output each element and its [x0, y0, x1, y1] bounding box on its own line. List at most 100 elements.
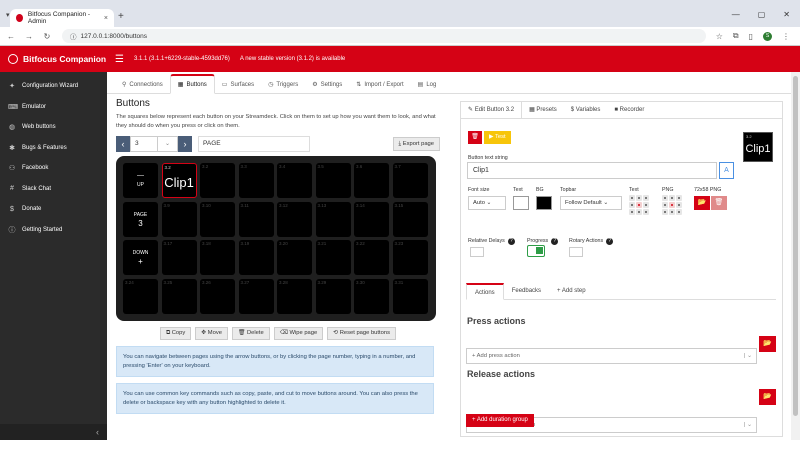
sidebar-item-emulator[interactable]: ⌨ Emulator	[0, 97, 107, 118]
png-alignment-picker[interactable]	[662, 195, 682, 215]
tab-presets[interactable]: ▦ Presets	[522, 102, 564, 118]
help-icon[interactable]: ?	[551, 238, 559, 245]
tab-surfaces[interactable]: ▭ Surfaces	[215, 76, 261, 93]
extensions-icon[interactable]: ⧉	[733, 31, 739, 41]
add-step-tab[interactable]: + Add step	[549, 283, 594, 299]
page-indicator-button[interactable]: PAGE 3	[123, 201, 158, 237]
align-dot[interactable]	[662, 195, 668, 201]
grid-button[interactable]: 3.24	[123, 278, 158, 314]
tab-settings[interactable]: ⚙ Settings	[305, 76, 349, 93]
sidebar-item-getting-started[interactable]: ⓘ Getting Started	[0, 220, 107, 241]
grid-button[interactable]: 3.30	[354, 278, 389, 314]
align-dot[interactable]	[629, 209, 635, 215]
page-name-input[interactable]: PAGE	[198, 136, 310, 152]
page-number-input[interactable]: 3	[130, 136, 158, 152]
scrollbar-thumb[interactable]	[793, 76, 798, 416]
grid-button[interactable]: 3.7	[392, 163, 428, 198]
close-window-icon[interactable]: ✕	[783, 10, 790, 19]
align-dot[interactable]	[676, 202, 682, 208]
grid-button[interactable]: 3.6	[354, 163, 389, 198]
grid-button[interactable]: 3.28	[277, 278, 312, 314]
grid-button[interactable]: 3.5	[315, 163, 351, 198]
button-text-input[interactable]: Clip1	[467, 162, 717, 179]
tab-connections[interactable]: ⚲ Connections	[115, 76, 170, 93]
tab-recorder[interactable]: ■ Recorder	[607, 102, 651, 118]
press-action-browse-button[interactable]: 📂	[759, 336, 776, 352]
bg-color-picker[interactable]	[536, 196, 552, 210]
grid-button[interactable]: 3.10	[200, 201, 235, 237]
next-page-button[interactable]: ›	[178, 136, 192, 152]
grid-button[interactable]: 3.17	[161, 240, 197, 275]
tab-variables[interactable]: $ Variables	[564, 102, 608, 118]
sidebar-item-slack-chat[interactable]: # Slack Chat	[0, 179, 107, 200]
grid-button[interactable]: 3.27	[238, 278, 274, 314]
grid-button[interactable]: 3.31	[392, 278, 428, 314]
grid-button[interactable]: 3.3	[238, 163, 274, 198]
grid-button[interactable]: 3.25	[161, 278, 197, 314]
align-dot[interactable]	[636, 209, 642, 215]
topbar-select[interactable]: Follow Default ⌄	[560, 196, 622, 210]
grid-button[interactable]: 3.20	[277, 240, 312, 275]
bookmark-star-icon[interactable]: ☆	[716, 32, 723, 41]
delete-button[interactable]: 🗑 Delete	[231, 327, 270, 340]
text-color-picker[interactable]	[513, 196, 529, 210]
help-icon[interactable]: ?	[507, 238, 515, 245]
png-clear-button[interactable]: 🗑	[711, 196, 727, 210]
grid-button[interactable]: 3.14	[354, 201, 389, 237]
font-size-select[interactable]: Auto ⌄	[468, 196, 506, 210]
relative-delays-checkbox[interactable]	[470, 247, 484, 257]
forward-icon[interactable]: →	[22, 32, 36, 41]
tab-list-icon[interactable]: ▾	[6, 11, 10, 19]
sidepanel-icon[interactable]: ▯	[749, 32, 753, 41]
tab-log[interactable]: ▤ Log	[411, 76, 444, 93]
maximize-icon[interactable]: ▢	[758, 10, 766, 19]
test-button[interactable]: ▶ Test	[484, 131, 511, 144]
align-dot[interactable]	[676, 209, 682, 215]
align-dot[interactable]	[643, 195, 649, 201]
grid-button[interactable]: 3.23	[392, 240, 428, 275]
export-page-button[interactable]: ⤓ Export page	[392, 137, 440, 151]
back-icon[interactable]: ←	[4, 32, 18, 41]
grid-button[interactable]: 3.29	[315, 278, 351, 314]
close-tab-icon[interactable]: ×	[104, 15, 108, 22]
grid-button[interactable]: 3.12	[277, 201, 312, 237]
help-icon[interactable]: ?	[606, 238, 614, 245]
grid-button[interactable]: 3.13	[315, 201, 351, 237]
minimize-icon[interactable]: —	[732, 10, 740, 19]
text-alignment-picker[interactable]	[629, 195, 649, 215]
align-dot-selected[interactable]	[636, 202, 642, 208]
grid-button[interactable]: 3.9	[161, 201, 197, 237]
tab-triggers[interactable]: ◷ Triggers	[261, 76, 305, 93]
brand[interactable]: Bitfocus Companion	[0, 46, 107, 72]
grid-button[interactable]: 3.11	[238, 201, 274, 237]
page-down-button[interactable]: DOWN +	[123, 240, 158, 275]
grid-button[interactable]: 3.26	[200, 278, 235, 314]
prev-page-button[interactable]: ‹	[116, 136, 130, 152]
url-field[interactable]: ⓘ 127.0.0.1:8000/buttons	[62, 29, 706, 43]
align-dot[interactable]	[662, 202, 668, 208]
grid-button[interactable]: 3.18	[200, 240, 235, 275]
profile-avatar[interactable]: S	[763, 31, 772, 41]
png-upload-button[interactable]: 📂	[694, 196, 710, 210]
move-button[interactable]: ✥ Move	[195, 327, 228, 340]
align-dot[interactable]	[643, 202, 649, 208]
sidebar-item-bugs-features[interactable]: ✱ Bugs & Features	[0, 138, 107, 159]
align-dot[interactable]	[676, 195, 682, 201]
add-duration-group-button[interactable]: + Add duration group	[466, 414, 534, 427]
reset-page-buttons-button[interactable]: ⟲ Reset page buttons	[327, 327, 396, 340]
sidebar-item-facebook[interactable]: ⚇ Facebook	[0, 158, 107, 179]
align-dot[interactable]	[669, 195, 675, 201]
align-dot[interactable]	[662, 209, 668, 215]
align-dot[interactable]	[669, 209, 675, 215]
add-press-action-select[interactable]: + Add press action | ⌄	[466, 348, 757, 364]
text-expression-toggle[interactable]: A	[719, 162, 734, 179]
tab-import-export[interactable]: ⇅ Import / Export	[349, 76, 410, 93]
sidebar-item-donate[interactable]: $ Donate	[0, 199, 107, 220]
info-site-icon[interactable]: ⓘ	[70, 31, 77, 41]
copy-button[interactable]: ⧉ Copy	[160, 327, 192, 340]
progress-toggle[interactable]	[527, 245, 545, 257]
menu-kebab-icon[interactable]: ⋮	[782, 32, 790, 41]
new-tab-icon[interactable]: +	[118, 11, 124, 22]
tab-feedbacks[interactable]: Feedbacks	[504, 283, 549, 299]
update-notice[interactable]: A new stable version (3.1.2) is availabl…	[240, 56, 345, 62]
